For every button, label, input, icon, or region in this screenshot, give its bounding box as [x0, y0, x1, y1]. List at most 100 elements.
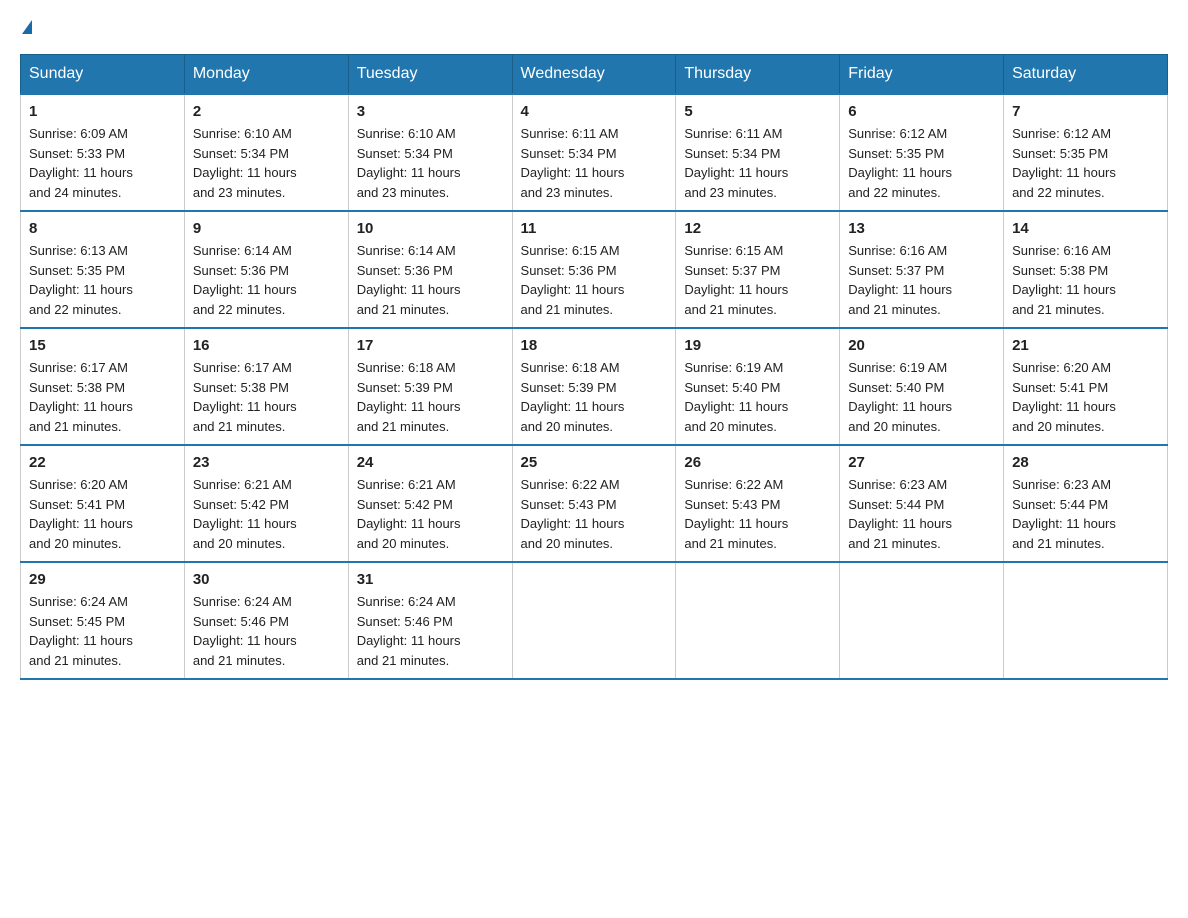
- calendar-cell: 12 Sunrise: 6:15 AM Sunset: 5:37 PM Dayl…: [676, 211, 840, 328]
- day-header-sunday: Sunday: [21, 55, 185, 95]
- day-number: 17: [357, 337, 504, 354]
- calendar-cell: 18 Sunrise: 6:18 AM Sunset: 5:39 PM Dayl…: [512, 328, 676, 445]
- calendar-cell: 17 Sunrise: 6:18 AM Sunset: 5:39 PM Dayl…: [348, 328, 512, 445]
- day-number: 8: [29, 220, 176, 237]
- day-info: Sunrise: 6:10 AM Sunset: 5:34 PM Dayligh…: [357, 124, 504, 202]
- calendar-cell: 14 Sunrise: 6:16 AM Sunset: 5:38 PM Dayl…: [1004, 211, 1168, 328]
- day-info: Sunrise: 6:11 AM Sunset: 5:34 PM Dayligh…: [684, 124, 831, 202]
- calendar-cell: 31 Sunrise: 6:24 AM Sunset: 5:46 PM Dayl…: [348, 562, 512, 679]
- calendar-cell: 28 Sunrise: 6:23 AM Sunset: 5:44 PM Dayl…: [1004, 445, 1168, 562]
- calendar-table: SundayMondayTuesdayWednesdayThursdayFrid…: [20, 54, 1168, 680]
- day-number: 16: [193, 337, 340, 354]
- day-number: 31: [357, 571, 504, 588]
- day-info: Sunrise: 6:23 AM Sunset: 5:44 PM Dayligh…: [1012, 475, 1159, 553]
- day-info: Sunrise: 6:13 AM Sunset: 5:35 PM Dayligh…: [29, 241, 176, 319]
- calendar-cell: 2 Sunrise: 6:10 AM Sunset: 5:34 PM Dayli…: [184, 94, 348, 211]
- day-number: 26: [684, 454, 831, 471]
- calendar-cell: 6 Sunrise: 6:12 AM Sunset: 5:35 PM Dayli…: [840, 94, 1004, 211]
- calendar-cell: 3 Sunrise: 6:10 AM Sunset: 5:34 PM Dayli…: [348, 94, 512, 211]
- day-number: 13: [848, 220, 995, 237]
- calendar-cell: 23 Sunrise: 6:21 AM Sunset: 5:42 PM Dayl…: [184, 445, 348, 562]
- day-number: 24: [357, 454, 504, 471]
- page-header: [20, 20, 1168, 34]
- day-number: 23: [193, 454, 340, 471]
- day-number: 30: [193, 571, 340, 588]
- calendar-cell: 1 Sunrise: 6:09 AM Sunset: 5:33 PM Dayli…: [21, 94, 185, 211]
- day-number: 2: [193, 103, 340, 120]
- day-info: Sunrise: 6:09 AM Sunset: 5:33 PM Dayligh…: [29, 124, 176, 202]
- day-number: 14: [1012, 220, 1159, 237]
- calendar-cell: 8 Sunrise: 6:13 AM Sunset: 5:35 PM Dayli…: [21, 211, 185, 328]
- day-info: Sunrise: 6:12 AM Sunset: 5:35 PM Dayligh…: [848, 124, 995, 202]
- day-info: Sunrise: 6:14 AM Sunset: 5:36 PM Dayligh…: [357, 241, 504, 319]
- day-number: 1: [29, 103, 176, 120]
- day-info: Sunrise: 6:10 AM Sunset: 5:34 PM Dayligh…: [193, 124, 340, 202]
- day-number: 25: [521, 454, 668, 471]
- day-info: Sunrise: 6:23 AM Sunset: 5:44 PM Dayligh…: [848, 475, 995, 553]
- day-number: 19: [684, 337, 831, 354]
- day-number: 7: [1012, 103, 1159, 120]
- day-number: 18: [521, 337, 668, 354]
- day-info: Sunrise: 6:18 AM Sunset: 5:39 PM Dayligh…: [357, 358, 504, 436]
- calendar-week-row: 22 Sunrise: 6:20 AM Sunset: 5:41 PM Dayl…: [21, 445, 1168, 562]
- day-number: 12: [684, 220, 831, 237]
- day-number: 21: [1012, 337, 1159, 354]
- day-info: Sunrise: 6:18 AM Sunset: 5:39 PM Dayligh…: [521, 358, 668, 436]
- calendar-cell: 5 Sunrise: 6:11 AM Sunset: 5:34 PM Dayli…: [676, 94, 840, 211]
- day-number: 28: [1012, 454, 1159, 471]
- day-info: Sunrise: 6:17 AM Sunset: 5:38 PM Dayligh…: [193, 358, 340, 436]
- day-info: Sunrise: 6:21 AM Sunset: 5:42 PM Dayligh…: [357, 475, 504, 553]
- day-number: 20: [848, 337, 995, 354]
- calendar-cell: 20 Sunrise: 6:19 AM Sunset: 5:40 PM Dayl…: [840, 328, 1004, 445]
- calendar-week-row: 1 Sunrise: 6:09 AM Sunset: 5:33 PM Dayli…: [21, 94, 1168, 211]
- day-header-tuesday: Tuesday: [348, 55, 512, 95]
- day-number: 3: [357, 103, 504, 120]
- day-info: Sunrise: 6:21 AM Sunset: 5:42 PM Dayligh…: [193, 475, 340, 553]
- day-info: Sunrise: 6:16 AM Sunset: 5:37 PM Dayligh…: [848, 241, 995, 319]
- day-info: Sunrise: 6:19 AM Sunset: 5:40 PM Dayligh…: [848, 358, 995, 436]
- day-number: 9: [193, 220, 340, 237]
- calendar-cell: 4 Sunrise: 6:11 AM Sunset: 5:34 PM Dayli…: [512, 94, 676, 211]
- calendar-cell: [1004, 562, 1168, 679]
- day-info: Sunrise: 6:11 AM Sunset: 5:34 PM Dayligh…: [521, 124, 668, 202]
- day-number: 15: [29, 337, 176, 354]
- calendar-cell: 11 Sunrise: 6:15 AM Sunset: 5:36 PM Dayl…: [512, 211, 676, 328]
- calendar-header-row: SundayMondayTuesdayWednesdayThursdayFrid…: [21, 55, 1168, 95]
- day-info: Sunrise: 6:17 AM Sunset: 5:38 PM Dayligh…: [29, 358, 176, 436]
- day-header-saturday: Saturday: [1004, 55, 1168, 95]
- calendar-cell: 16 Sunrise: 6:17 AM Sunset: 5:38 PM Dayl…: [184, 328, 348, 445]
- day-number: 11: [521, 220, 668, 237]
- day-info: Sunrise: 6:12 AM Sunset: 5:35 PM Dayligh…: [1012, 124, 1159, 202]
- calendar-cell: 19 Sunrise: 6:19 AM Sunset: 5:40 PM Dayl…: [676, 328, 840, 445]
- calendar-week-row: 15 Sunrise: 6:17 AM Sunset: 5:38 PM Dayl…: [21, 328, 1168, 445]
- logo-triangle-icon: [22, 20, 32, 34]
- calendar-cell: 9 Sunrise: 6:14 AM Sunset: 5:36 PM Dayli…: [184, 211, 348, 328]
- calendar-cell: 24 Sunrise: 6:21 AM Sunset: 5:42 PM Dayl…: [348, 445, 512, 562]
- calendar-cell: 13 Sunrise: 6:16 AM Sunset: 5:37 PM Dayl…: [840, 211, 1004, 328]
- day-info: Sunrise: 6:22 AM Sunset: 5:43 PM Dayligh…: [684, 475, 831, 553]
- day-number: 27: [848, 454, 995, 471]
- calendar-cell: [840, 562, 1004, 679]
- day-info: Sunrise: 6:16 AM Sunset: 5:38 PM Dayligh…: [1012, 241, 1159, 319]
- calendar-cell: [676, 562, 840, 679]
- day-info: Sunrise: 6:20 AM Sunset: 5:41 PM Dayligh…: [1012, 358, 1159, 436]
- day-info: Sunrise: 6:19 AM Sunset: 5:40 PM Dayligh…: [684, 358, 831, 436]
- day-number: 10: [357, 220, 504, 237]
- calendar-week-row: 29 Sunrise: 6:24 AM Sunset: 5:45 PM Dayl…: [21, 562, 1168, 679]
- day-header-friday: Friday: [840, 55, 1004, 95]
- day-info: Sunrise: 6:24 AM Sunset: 5:46 PM Dayligh…: [357, 592, 504, 670]
- day-number: 29: [29, 571, 176, 588]
- day-number: 22: [29, 454, 176, 471]
- day-info: Sunrise: 6:24 AM Sunset: 5:45 PM Dayligh…: [29, 592, 176, 670]
- calendar-cell: 30 Sunrise: 6:24 AM Sunset: 5:46 PM Dayl…: [184, 562, 348, 679]
- day-info: Sunrise: 6:14 AM Sunset: 5:36 PM Dayligh…: [193, 241, 340, 319]
- calendar-cell: 29 Sunrise: 6:24 AM Sunset: 5:45 PM Dayl…: [21, 562, 185, 679]
- calendar-cell: 27 Sunrise: 6:23 AM Sunset: 5:44 PM Dayl…: [840, 445, 1004, 562]
- calendar-cell: 22 Sunrise: 6:20 AM Sunset: 5:41 PM Dayl…: [21, 445, 185, 562]
- calendar-cell: 15 Sunrise: 6:17 AM Sunset: 5:38 PM Dayl…: [21, 328, 185, 445]
- day-header-thursday: Thursday: [676, 55, 840, 95]
- calendar-cell: 7 Sunrise: 6:12 AM Sunset: 5:35 PM Dayli…: [1004, 94, 1168, 211]
- day-info: Sunrise: 6:24 AM Sunset: 5:46 PM Dayligh…: [193, 592, 340, 670]
- calendar-week-row: 8 Sunrise: 6:13 AM Sunset: 5:35 PM Dayli…: [21, 211, 1168, 328]
- day-header-monday: Monday: [184, 55, 348, 95]
